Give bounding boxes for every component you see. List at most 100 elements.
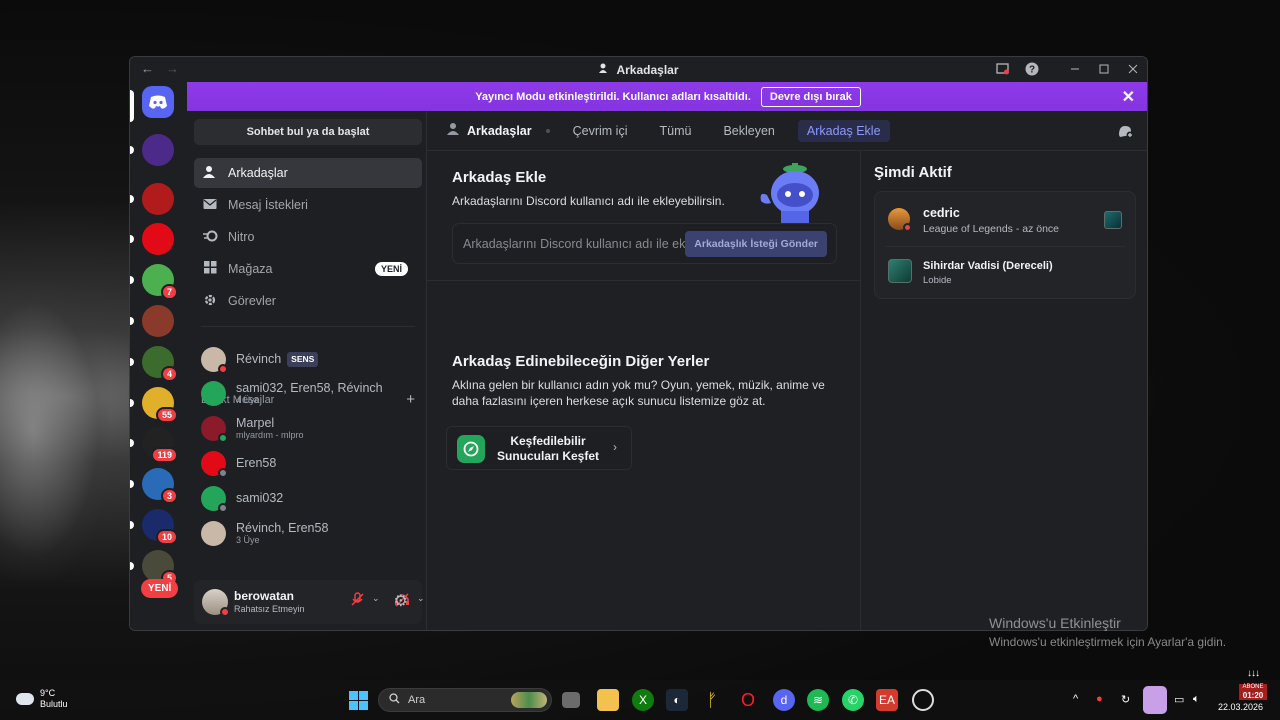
app-icon[interactable]: ᚠ xyxy=(701,689,723,711)
chevron-down-icon[interactable]: ⌄ xyxy=(417,593,425,604)
taskbar: 9°C Bulutlu Ara X ◐ ᚠ O d ≋ ✆ EA ^ ● ↻ ▭… xyxy=(0,668,1280,720)
dm-item[interactable]: Révinch, Eren58 3 Üye xyxy=(201,517,421,549)
tab-online[interactable]: Çevrim içi xyxy=(564,120,637,142)
whatsapp-icon[interactable]: ✆ xyxy=(842,689,864,711)
chevron-up-icon[interactable]: ^ xyxy=(1073,693,1078,705)
weather-label: Bulutlu xyxy=(40,699,68,709)
sidebar-item-nitro[interactable]: Nitro xyxy=(194,222,422,252)
gear-icon[interactable]: ⚙ xyxy=(394,591,408,611)
new-badge[interactable]: YENİ xyxy=(141,579,179,598)
send-friend-request-button[interactable]: Arkadaşlık İsteği Gönder xyxy=(685,231,827,257)
tab-add-friend[interactable]: Arkadaş Ekle xyxy=(797,119,890,142)
maximize-icon[interactable] xyxy=(1095,60,1112,77)
rich-presence-title: Sihirdar Vadisi (Dereceli) xyxy=(923,260,1053,272)
xbox-icon[interactable]: X xyxy=(632,689,654,711)
active-now-title: Şimdi Aktif xyxy=(874,164,952,181)
sidebar-item-friends[interactable]: Arkadaşlar xyxy=(194,158,422,188)
desktop-background xyxy=(0,280,110,580)
mention-badge: 7 xyxy=(160,284,178,300)
taskbar-search[interactable]: Ara xyxy=(378,688,552,712)
friends-icon xyxy=(447,122,461,139)
ea-icon[interactable]: EA xyxy=(876,689,898,711)
other-places-title: Arkadaş Edinebileceğin Diğer Yerler xyxy=(452,353,710,370)
summoners-rift-icon xyxy=(888,259,912,283)
close-icon[interactable] xyxy=(1124,60,1141,77)
chevron-down-icon[interactable]: ⌄ xyxy=(372,593,380,604)
server-colorful-icon[interactable]: 7 xyxy=(130,264,178,300)
clock-date[interactable]: 22.03.2026 xyxy=(1218,702,1263,712)
status-badge xyxy=(218,467,228,478)
divider xyxy=(885,246,1125,247)
banner-close-icon[interactable]: ✕ xyxy=(1122,87,1135,107)
dm-subtitle: mlyardım - mlpro xyxy=(236,429,304,440)
wumpus-icon xyxy=(760,163,819,223)
server-mountain-icon[interactable]: 119 xyxy=(130,427,178,463)
clock-time: 01:20 xyxy=(1242,691,1264,700)
dm-name: sami032 xyxy=(236,490,284,505)
unread-indicator xyxy=(130,480,134,488)
chevron-right-icon: › xyxy=(613,440,617,454)
server-blue-icon[interactable]: 10 xyxy=(130,509,178,545)
disable-streamer-mode-button[interactable]: Devre dışı bırak xyxy=(760,86,861,107)
dm-sidebar: Sohbet bul ya da başlat Arkadaşlar Mesaj… xyxy=(187,111,427,630)
compass-icon xyxy=(457,435,485,463)
server-anime-icon[interactable] xyxy=(130,305,174,337)
windows-activation-title: Windows'u Etkinleştir xyxy=(989,615,1121,631)
discord-home-icon[interactable] xyxy=(142,86,174,118)
active-now-card[interactable]: cedric League of Legends - az önce Sihir… xyxy=(874,191,1136,299)
dm-item[interactable]: Marpel mlyardım - mlpro xyxy=(201,412,421,444)
active-user-activity: League of Legends - az önce xyxy=(923,223,1060,235)
add-friend-description: Arkadaşlarını Discord kullanıcı adı ile … xyxy=(452,194,725,208)
server-group-icon[interactable]: 5 xyxy=(130,550,178,586)
server-5-icon[interactable] xyxy=(130,134,174,166)
dm-item[interactable]: sami032 xyxy=(201,482,421,514)
spotify-icon[interactable]: ≋ xyxy=(807,689,829,711)
league-of-legends-icon xyxy=(1104,211,1122,229)
server-yellow-icon[interactable]: 55 xyxy=(130,387,178,423)
unread-indicator xyxy=(130,562,134,570)
minimize-icon[interactable] xyxy=(1066,60,1083,77)
mic-muted-icon[interactable] xyxy=(350,592,365,610)
friends-icon xyxy=(598,62,610,77)
microphone-in-use-icon[interactable] xyxy=(1143,686,1167,714)
dm-item[interactable]: Révinch SENS xyxy=(201,343,421,375)
task-view-icon[interactable] xyxy=(562,692,580,708)
sync-icon[interactable]: ↻ xyxy=(1121,693,1130,706)
server-turkey-icon[interactable] xyxy=(130,223,174,255)
avatar[interactable] xyxy=(202,589,230,617)
network-icon[interactable]: ▭ xyxy=(1174,693,1184,706)
dm-item[interactable]: sami032, Eren58, Révinch 4 Üye xyxy=(201,377,421,409)
server-character-icon[interactable]: 4 xyxy=(130,346,178,382)
unread-indicator xyxy=(130,358,134,366)
streamer-mode-banner: Yayıncı Modu etkinleştirildi. Kullanıcı … xyxy=(187,82,1147,111)
server-wolf-icon[interactable] xyxy=(130,183,174,215)
server-ring-icon[interactable]: 3 xyxy=(130,468,178,504)
new-group-dm-icon[interactable] xyxy=(1117,123,1134,142)
explore-servers-button[interactable]: Keşfedilebilir Sunucuları Keşfet › xyxy=(446,426,632,470)
avatar xyxy=(201,485,228,513)
unread-indicator xyxy=(130,317,134,325)
status-badge xyxy=(220,607,230,617)
weather-widget[interactable]: 9°C Bulutlu xyxy=(16,688,68,710)
start-icon[interactable] xyxy=(347,689,369,711)
unread-indicator xyxy=(130,439,134,447)
volume-icon[interactable]: 🔈︎ xyxy=(1193,693,1200,706)
steam-icon[interactable]: ◐ xyxy=(666,689,688,711)
sidebar-item-quests[interactable]: Görevler xyxy=(194,286,422,316)
tab-all[interactable]: Tümü xyxy=(650,120,700,142)
server-list: 7 4 55 119 3 10 5 YENİ xyxy=(130,81,187,630)
discord-icon[interactable]: d xyxy=(773,689,795,711)
obs-icon[interactable] xyxy=(912,689,934,711)
tab-pending[interactable]: Bekleyen xyxy=(714,120,783,142)
sidebar-item-message-requests[interactable]: Mesaj İstekleri xyxy=(194,190,422,220)
inbox-icon[interactable] xyxy=(994,60,1011,77)
sidebar-item-shop[interactable]: Mağaza YENİ xyxy=(194,254,422,284)
username-input[interactable] xyxy=(463,232,688,256)
file-explorer-icon[interactable] xyxy=(597,689,619,711)
dm-item[interactable]: Eren58 xyxy=(201,447,421,479)
tray-app-icon[interactable]: ● xyxy=(1096,693,1103,705)
help-icon[interactable]: ? xyxy=(1023,60,1040,77)
rich-presence-status: Lobide xyxy=(923,275,952,286)
find-conversation-button[interactable]: Sohbet bul ya da başlat xyxy=(194,119,422,145)
opera-icon[interactable]: O xyxy=(737,689,759,711)
